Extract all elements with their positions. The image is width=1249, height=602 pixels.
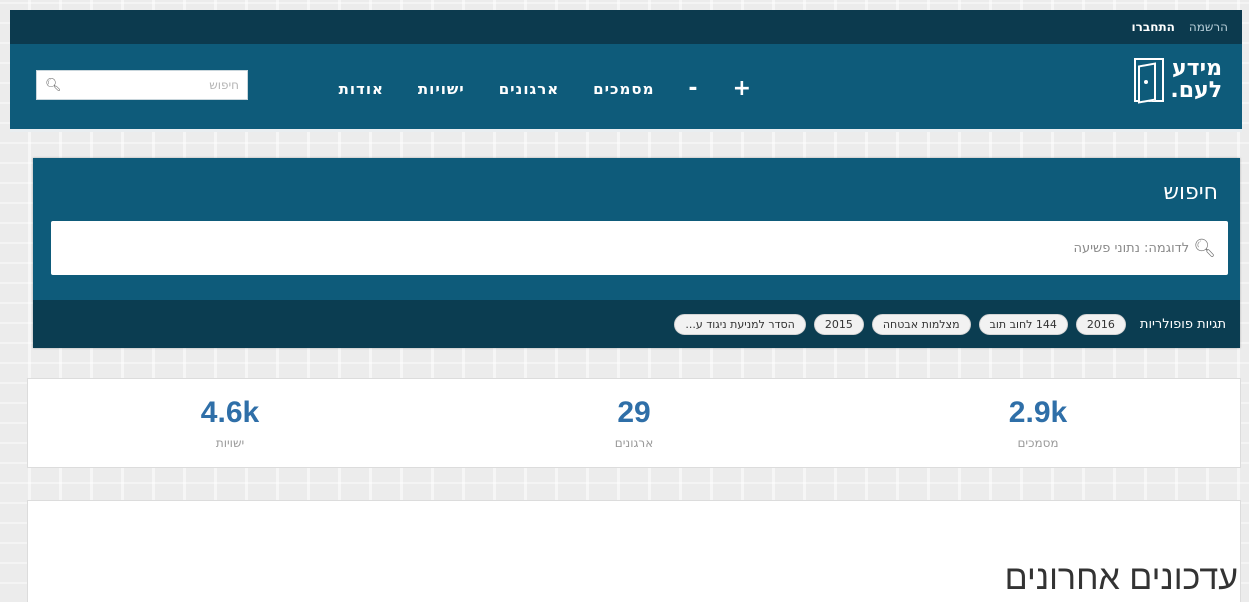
stat-value: 2.9k (1008, 396, 1068, 429)
nav-menu: + - מסמכים ארגונים ישויות אודות (339, 78, 752, 100)
stat-entities[interactable]: 4.6k ישויות (80, 396, 380, 450)
stat-organizations[interactable]: 29 ארגונים (484, 396, 784, 450)
top-bar: הרשמה התחברו (10, 10, 1242, 44)
tag-chip[interactable]: 144 לחוב תוב (978, 313, 1068, 335)
logo-text: מידע לעם. (1170, 58, 1222, 102)
recent-updates-panel: עדכונים אחרונים (27, 500, 1241, 602)
login-link[interactable]: התחברו (1132, 20, 1175, 34)
stat-label: מסמכים (1017, 436, 1059, 450)
stat-label: ישויות (215, 436, 245, 450)
search-icon[interactable]: 🔍︎ (45, 78, 62, 93)
nav-search-placeholder: חיפוש (209, 78, 239, 92)
nav-search-input[interactable]: חיפוש 🔍︎ (36, 70, 248, 100)
stat-value: 4.6k (200, 396, 260, 429)
main-navbar: מידע לעם. + - מסמכים ארגונים ישויות אודו… (10, 44, 1242, 132)
tag-chip[interactable]: 2016 (1075, 313, 1126, 335)
register-link[interactable]: הרשמה (1189, 20, 1228, 34)
recent-updates-title: עדכונים אחרונים (1004, 559, 1238, 597)
search-panel: חיפוש 🔍︎ לדוגמה: נתוני פשיעה תגיות פופול… (33, 158, 1240, 348)
door-icon (1134, 58, 1165, 102)
zoom-out-button[interactable]: - (688, 78, 698, 100)
nav-organizations[interactable]: ארגונים (499, 80, 559, 98)
main-search-input[interactable]: 🔍︎ לדוגמה: נתוני פשיעה (51, 221, 1228, 275)
stat-documents[interactable]: 2.9k מסמכים (888, 396, 1188, 450)
nav-entities[interactable]: ישויות (418, 80, 465, 98)
logo-line-1: מידע (1172, 56, 1222, 81)
tag-chip[interactable]: 2015 (813, 313, 864, 335)
search-panel-title: חיפוש (1163, 180, 1218, 205)
tag-chip[interactable]: הסדר למניעת ניגוד ע... (674, 313, 806, 335)
nav-documents[interactable]: מסמכים (593, 80, 654, 98)
search-icon: 🔍︎ (1193, 237, 1216, 259)
stats-panel: 2.9k מסמכים 29 ארגונים 4.6k ישויות (27, 378, 1241, 468)
tag-chip[interactable]: מצלמות אבטחה (871, 313, 971, 335)
popular-tags-bar: תגיות פופולריות 2016 144 לחוב תוב מצלמות… (33, 300, 1240, 348)
zoom-in-button[interactable]: + (733, 78, 752, 100)
logo-line-2: לעם. (1170, 78, 1222, 103)
stat-label: ארגונים (614, 436, 654, 450)
nav-about[interactable]: אודות (339, 80, 384, 98)
logo[interactable]: מידע לעם. (1134, 58, 1222, 102)
stat-value: 29 (617, 396, 651, 429)
popular-tags-label: תגיות פופולריות (1139, 316, 1226, 332)
main-search-placeholder: לדוגמה: נתוני פשיעה (1073, 240, 1190, 256)
